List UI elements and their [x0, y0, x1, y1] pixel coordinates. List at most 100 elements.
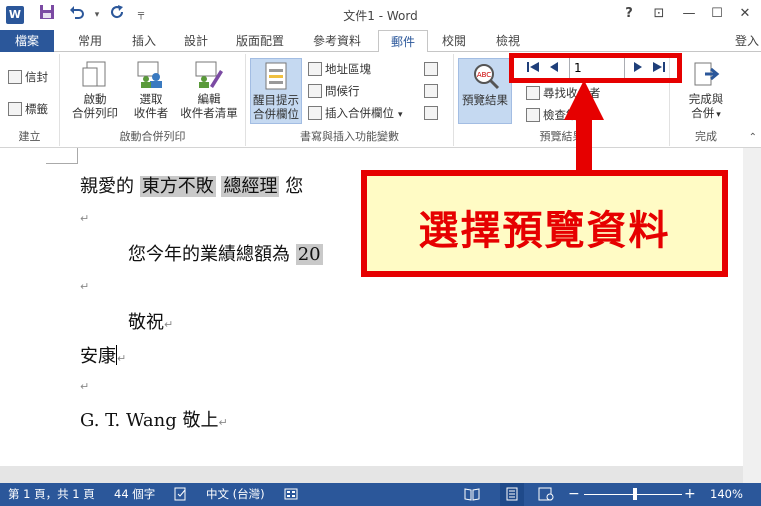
group-label-create: 建立: [18, 130, 41, 143]
close-button[interactable]: ✕: [732, 3, 758, 25]
finish-merge-label-1: 完成與: [688, 92, 724, 106]
match-fields-button[interactable]: [424, 82, 441, 100]
greeting-line-icon: [308, 84, 322, 98]
callout-text: 選擇預覽資料: [418, 208, 671, 254]
customize-toolbar-icon[interactable]: ╤: [130, 4, 152, 26]
highlight-merge-fields-button[interactable]: 醒目提示 合併欄位: [250, 58, 302, 124]
web-layout-icon[interactable]: [538, 483, 554, 506]
tab-view[interactable]: 檢視: [486, 30, 530, 52]
language-indicator[interactable]: 中文 (台灣): [206, 483, 265, 506]
greeting-line-button[interactable]: 問候行: [308, 82, 360, 100]
check-errors-icon: [526, 108, 540, 122]
finish-merge-icon: [691, 60, 721, 90]
title-bar: W ▾ ╤ 文件1 - Word ? ⊡ — ☐ ✕: [0, 0, 761, 30]
envelopes-button[interactable]: 信封: [8, 68, 48, 86]
vertical-scrollbar[interactable]: [743, 148, 761, 483]
wish-text: 安康: [80, 346, 116, 367]
envelopes-label: 信封: [25, 70, 48, 84]
zoom-in-button[interactable]: +: [684, 483, 696, 506]
edit-recipient-list-button[interactable]: 編輯 收件者清單: [176, 60, 242, 120]
callout-arrow-icon: [564, 80, 604, 176]
finish-merge-label-2: 合併: [691, 106, 715, 120]
doc-line-signature: G. T. Wang 敬上↵: [80, 406, 228, 432]
save-icon[interactable]: [36, 4, 58, 26]
edit-recipient-label-1: 編輯: [197, 92, 221, 106]
rules-button[interactable]: [424, 60, 441, 78]
merge-field-name: 東方不敗: [139, 176, 216, 197]
signature-text: G. T. Wang 敬上: [80, 410, 219, 431]
macro-icon[interactable]: [284, 483, 298, 506]
collapse-ribbon-icon[interactable]: ⌃: [749, 132, 757, 143]
sign-in-link[interactable]: 登入: [735, 30, 759, 52]
chevron-down-icon: ▾: [716, 110, 721, 120]
paragraph-mark: ↵: [117, 352, 127, 365]
read-mode-icon[interactable]: [464, 483, 480, 506]
doc-line-sales: 您今年的業績總額為 20: [128, 240, 323, 266]
page-count[interactable]: 第 1 頁，共 1 頁: [8, 483, 95, 506]
ribbon-display-options-icon[interactable]: ⊡: [646, 3, 672, 25]
finish-merge-button[interactable]: 完成與 合併 ▾: [676, 60, 736, 122]
maximize-button[interactable]: ☐: [704, 3, 730, 25]
address-block-icon: [308, 62, 322, 76]
svg-text:ABC: ABC: [477, 71, 491, 79]
edit-recipient-list-icon: [194, 60, 224, 90]
paragraph-mark: ↵: [80, 212, 90, 225]
sales-text: 您今年的業績總額為: [128, 244, 290, 265]
preview-results-button[interactable]: ABC 預覽結果: [458, 58, 512, 124]
highlight-label-1: 醒目提示: [253, 93, 299, 107]
tab-references[interactable]: 參考資料: [304, 30, 370, 52]
paragraph-mark: ↵: [80, 380, 90, 393]
select-recipients-label-1: 選取: [139, 92, 163, 106]
word-count[interactable]: 44 個字: [114, 483, 155, 506]
edit-recipient-label-2: 收件者清單: [180, 106, 238, 120]
closing-text: 敬祝: [128, 312, 164, 333]
chevron-down-icon: ▾: [398, 110, 403, 120]
tab-home[interactable]: 常用: [68, 30, 112, 52]
insert-merge-field-icon: [308, 106, 322, 120]
update-labels-button[interactable]: [424, 104, 441, 122]
preview-results-icon: ABC: [470, 61, 500, 91]
doc-line-wish: 安康↵: [80, 342, 126, 368]
undo-dropdown-icon[interactable]: ▾: [86, 4, 108, 26]
tab-review[interactable]: 校閱: [432, 30, 476, 52]
find-recipient-icon: [526, 86, 540, 100]
callout-box: 選擇預覽資料: [361, 170, 728, 277]
tab-layout[interactable]: 版面配置: [228, 30, 292, 52]
proofing-icon[interactable]: [174, 483, 188, 506]
minimize-button[interactable]: —: [676, 3, 702, 25]
tab-design[interactable]: 設計: [174, 30, 218, 52]
zoom-slider-thumb[interactable]: [633, 488, 637, 500]
group-label-finish: 完成: [695, 130, 717, 143]
address-block-button[interactable]: 地址區塊: [308, 60, 371, 78]
match-fields-icon: [424, 84, 438, 98]
tab-file[interactable]: 檔案: [0, 30, 54, 52]
tab-insert[interactable]: 插入: [122, 30, 166, 52]
start-mail-merge-icon: [80, 60, 110, 90]
labels-label: 標籤: [25, 102, 48, 116]
print-layout-icon[interactable]: [500, 483, 524, 506]
zoom-level[interactable]: 140%: [710, 483, 743, 506]
start-merge-label-1: 啟動: [83, 92, 107, 106]
word-window: W ▾ ╤ 文件1 - Word ? ⊡ — ☐ ✕ 檔案 常用 插入 設計 版…: [0, 0, 761, 506]
help-button[interactable]: ?: [616, 3, 642, 25]
tab-mailings[interactable]: 郵件: [378, 30, 428, 53]
word-app-icon[interactable]: W: [6, 6, 24, 24]
rules-icon: [424, 62, 438, 76]
greeting-suffix: 您: [285, 176, 304, 197]
start-mail-merge-button[interactable]: 啟動 合併列印: [66, 60, 124, 120]
insert-merge-field-button[interactable]: 插入合併欄位 ▾: [308, 104, 403, 122]
select-recipients-label-2: 收件者: [133, 106, 169, 120]
ribbon-tabs: 檔案 常用 插入 設計 版面配置 參考資料 郵件 校閱 檢視 登入: [0, 30, 761, 53]
redo-icon[interactable]: [106, 4, 128, 26]
doc-line-greeting: 親愛的 東方不敗 總經理 您: [80, 172, 303, 198]
greeting-text: 親愛的: [80, 176, 134, 197]
labels-button[interactable]: 標籤: [8, 100, 48, 118]
zoom-out-button[interactable]: −: [568, 483, 580, 506]
group-label-write-insert: 書寫與插入功能變數: [300, 130, 399, 143]
greeting-line-label: 問候行: [325, 84, 360, 98]
undo-icon[interactable]: [66, 4, 88, 26]
preview-results-label: 預覽結果: [462, 93, 508, 107]
select-recipients-button[interactable]: 選取 收件者: [126, 60, 176, 120]
highlight-merge-fields-icon: [261, 61, 291, 91]
update-labels-icon: [424, 106, 438, 120]
